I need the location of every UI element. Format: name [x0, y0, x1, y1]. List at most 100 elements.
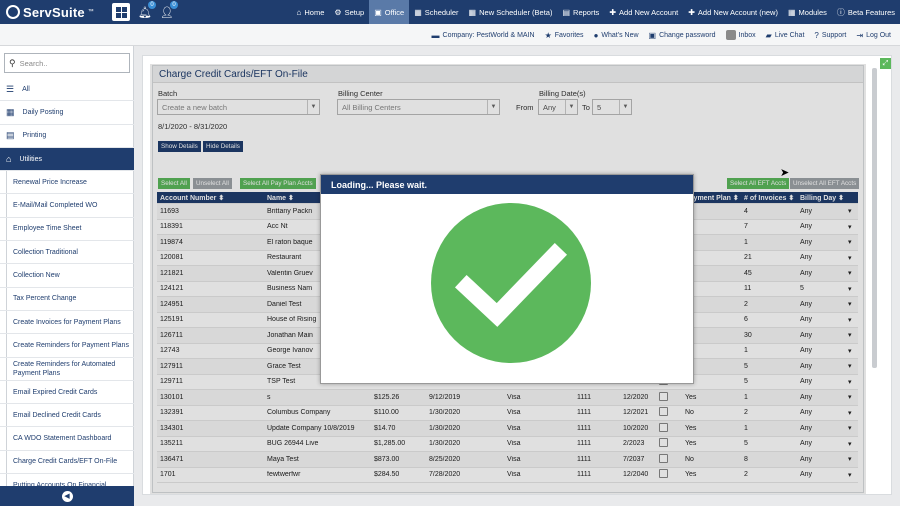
logo-icon [6, 5, 20, 19]
checkmark-icon [431, 203, 591, 363]
secondary-toolbar: ▬ Company: PestWorld & MAIN ★ Favorites ● Wha… [0, 24, 900, 46]
star-icon: ★ [544, 30, 552, 40]
nav-add-new-account-new[interactable]: ✚ Add New Account (new) [683, 0, 783, 24]
sidebar-item-label: Tax Percent Change [13, 295, 77, 303]
info-icon: ⓘ [836, 7, 845, 17]
servsuite-logo[interactable]: ServSuite ™ [6, 3, 94, 21]
expand-icon: ⤢ [882, 59, 889, 67]
grid-icon [115, 6, 127, 18]
whats-new-icon: ● [593, 30, 599, 40]
nav-setup[interactable]: ⚙ Setup [329, 0, 369, 24]
toolbar-label: Company: PestWorld & MAIN [442, 31, 535, 39]
sidebar-search[interactable]: ⚲ Search.. [4, 53, 130, 73]
sidebar-item-ca-wdo-statement-dashboard[interactable]: CA WDO Statement Dashboard [0, 427, 134, 451]
modules-icon: ▦ [787, 7, 796, 17]
nav-label: Modules [798, 7, 827, 17]
sidebar-item-label: Employee Time Sheet [13, 225, 82, 233]
toolbar-chat[interactable]: ▰ Live Chat [761, 31, 810, 40]
sidebar-item-label: All [22, 85, 30, 93]
expand-button[interactable]: ⤢ [880, 58, 891, 69]
nav-modules[interactable]: ▦ Modules [783, 0, 832, 24]
sidebar-item-label: Create Invoices for Payment Plans [13, 318, 121, 326]
nav-label: Home [304, 7, 325, 17]
sidebar-item-label: Create Reminders for Payment Plans [13, 341, 129, 349]
nav-label: Beta Features [847, 7, 895, 17]
sidebar-item-daily-posting[interactable]: ▦ Daily Posting [0, 101, 134, 125]
sidebar-item-create-reminders-for-payment-plans[interactable]: Create Reminders for Payment Plans [0, 334, 134, 358]
toolbar-label: Live Chat [774, 31, 805, 39]
sidebar-item-label: Collection New [13, 272, 60, 280]
main-nav: ⌂ Home ⚙ Setup ▣ Office ▦ Scheduler ▦ New Schedul… [292, 0, 900, 24]
office-icon: ▣ [374, 7, 382, 17]
toolbar-inbox[interactable]: Inbox [721, 30, 761, 40]
sidebar-item-label: Collection Traditional [13, 248, 78, 256]
sidebar-item-all[interactable]: ☰ All [0, 78, 134, 102]
sidebar-item-label: Email Declined Credit Cards [13, 411, 101, 419]
chevron-left-icon: ◀ [61, 490, 73, 502]
sidebar-item-label: E-Mail/Mail Completed WO [13, 202, 98, 210]
chat-icon: ▰ [765, 30, 772, 40]
loading-dialog-title: Loading... Please wait. [321, 175, 693, 194]
scrollbar[interactable] [872, 68, 877, 368]
sidebar-item-collection-traditional[interactable]: Collection Traditional [0, 241, 134, 265]
add-user-icon: ✚ [609, 7, 617, 17]
toolbar-briefcase[interactable]: ▬ Company: PestWorld & MAIN [427, 31, 540, 40]
nav-label: Office [384, 7, 405, 17]
checkmark-circle [431, 203, 591, 363]
toolbar-question[interactable]: ? Support [809, 31, 851, 40]
users-button[interactable]: 👤︎ 0 [160, 1, 178, 21]
sidebar-item-tax-percent-change[interactable]: Tax Percent Change [0, 287, 134, 311]
sidebar-item-email-declined-credit-cards[interactable]: Email Declined Credit Cards [0, 404, 134, 428]
toolbar-label: Support [821, 31, 847, 39]
sidebar-item-collection-new[interactable]: Collection New [0, 264, 134, 288]
toolbar-label: Log Out [866, 31, 891, 39]
toolbar-star[interactable]: ★ Favorites [540, 31, 589, 40]
nav-label: New Scheduler (Beta) [479, 7, 553, 17]
nav-label: Add New Account [619, 7, 679, 17]
sidebar-item-email-expired-credit-cards[interactable]: Email Expired Credit Cards [0, 380, 134, 405]
sidebar-item-renewal-price-increase[interactable]: Renewal Price Increase [0, 171, 134, 195]
nav-label: Setup [344, 7, 365, 17]
sidebar-item-label: Daily Posting [22, 108, 64, 116]
notifications-button[interactable]: 🔔︎ 0 [138, 1, 156, 21]
question-icon: ? [814, 30, 819, 40]
user-count-badge: 0 [170, 1, 178, 9]
logo-text: ServSuite [23, 4, 85, 20]
sidebar-item-utilities[interactable]: ⌂ Utilities [0, 147, 134, 172]
apps-grid-button[interactable] [112, 3, 130, 21]
toolbar-lock[interactable]: ▣ Change password [644, 31, 721, 40]
nav-home[interactable]: ⌂ Home [292, 0, 330, 24]
nav-add-new-account[interactable]: ✚ Add New Account [604, 0, 683, 24]
loading-dialog: Loading... Please wait. [320, 174, 694, 384]
logo-trademark: ™ [87, 9, 94, 15]
sidebar-item-charge-credit-cards-eft-on-file[interactable]: Charge Credit Cards/EFT On-File [0, 450, 134, 475]
toolbar-label: What's New [601, 31, 639, 39]
search-icon: ⚲ [9, 57, 16, 68]
nav-office[interactable]: ▣ Office [369, 0, 410, 24]
nav-label: Add New Account (new) [697, 7, 778, 17]
collapse-sidebar-button[interactable]: ◀ [0, 486, 134, 506]
nav-scheduler[interactable]: ▦ Scheduler [409, 0, 463, 24]
nav-new-scheduler-beta[interactable]: ▦ New Scheduler (Beta) [464, 0, 558, 24]
sidebar-item-e-mail-mail-completed-wo[interactable]: E-Mail/Mail Completed WO [0, 194, 134, 218]
home-icon: ⌂ [296, 7, 302, 17]
logout-icon: ⇥ [856, 30, 864, 40]
search-input[interactable]: Search.. [20, 59, 48, 68]
calendar-icon: ▦ [6, 106, 15, 117]
sidebar-item-create-reminders-for-automated-payment-plans[interactable]: Create Reminders for Automated Payment P… [0, 357, 134, 381]
nav-beta-features[interactable]: ⓘ Beta Features [832, 0, 900, 24]
toolbar-whats-new[interactable]: ● What's New [589, 31, 644, 40]
nav-reports[interactable]: ▤ Reports [557, 0, 604, 24]
sidebar-item-label: Charge Credit Cards/EFT On-File [13, 458, 118, 466]
sidebar-item-label: CA WDO Statement Dashboard [13, 435, 112, 443]
nav-label: Reports [573, 7, 600, 17]
sidebar-item-label: Email Expired Credit Cards [13, 388, 98, 396]
sidebar-menu: ☰ All ▦ Daily Posting ▤ Printing ⌂ Utilities Ren… [0, 78, 134, 498]
sidebar-item-label: Create Reminders for Automated Payment P… [13, 360, 116, 377]
sidebar-item-printing[interactable]: ▤ Printing [0, 125, 134, 148]
toolbar-logout[interactable]: ⇥ Log Out [851, 31, 896, 40]
nav-label: Scheduler [424, 7, 459, 17]
sidebar-item-employee-time-sheet[interactable]: Employee Time Sheet [0, 217, 134, 242]
top-navigation-bar: ServSuite ™ 🔔︎ 0 👤︎ 0 ⌂ Home ⚙ Setup ▣ Office… [0, 0, 900, 24]
sidebar-item-create-invoices-for-payment-plans[interactable]: Create Invoices for Payment Plans [0, 310, 134, 335]
